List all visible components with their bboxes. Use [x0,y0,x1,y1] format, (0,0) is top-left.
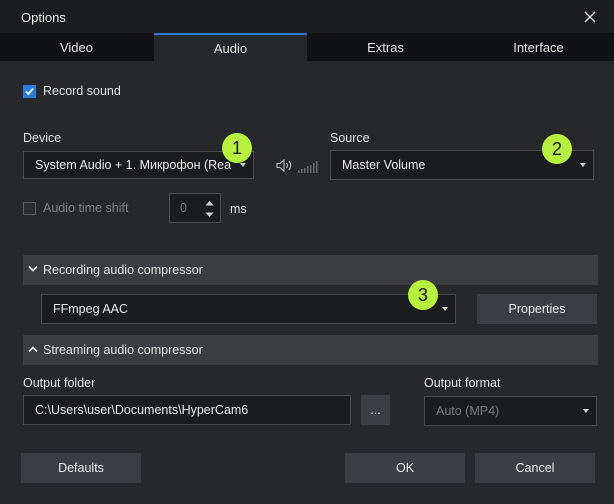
audio-time-shift-label: Audio time shift [43,201,129,215]
audio-time-shift-value: 0 [180,201,187,215]
close-icon [584,11,596,23]
ok-button[interactable]: OK [345,453,465,483]
close-button[interactable] [578,6,602,28]
device-dropdown[interactable]: System Audio + 1. Микрофон (Realtek High… [23,151,254,179]
device-label: Device [23,131,62,145]
chevron-down-icon [580,163,586,167]
properties-button[interactable]: Properties [477,294,597,324]
streaming-compressor-title: Streaming audio compressor [43,343,203,357]
output-folder-value: C:\Users\user\Documents\HyperCam6 [35,403,249,417]
speaker-icon [276,159,292,172]
chevron-down-icon [240,163,246,167]
chevron-down-icon [28,265,38,272]
browse-folder-button[interactable]: ... [361,395,390,425]
level-meter-icon [298,161,318,173]
output-folder-input[interactable]: C:\Users\user\Documents\HyperCam6 [23,395,351,425]
output-format-value: Auto (MP4) [436,404,500,418]
device-value: System Audio + 1. Микрофон (Realtek High… [35,158,231,172]
output-format-label: Output format [424,376,501,390]
recording-compressor-title: Recording audio compressor [43,263,203,277]
output-folder-label: Output folder [23,376,96,390]
tab-interface[interactable]: Interface [463,33,614,61]
audio-tab-content: Record sound Device System Audio + 1. Ми… [0,61,614,504]
tab-extras[interactable]: Extras [309,33,462,61]
checkmark-icon [25,87,34,96]
tab-video[interactable]: Video [0,33,153,61]
tab-audio[interactable]: Audio [154,33,307,61]
chevron-up-icon [28,346,38,353]
audio-time-shift-stepper[interactable]: 0 [169,193,221,223]
defaults-button[interactable]: Defaults [21,453,141,483]
title-bar: Options [0,0,614,33]
callout-badge-3: 3 [408,280,438,310]
source-label: Source [330,131,370,145]
chevron-down-icon [583,409,589,413]
stepper-up-icon[interactable] [205,200,214,206]
chevron-down-icon [442,307,448,311]
tab-bar: Video Audio Extras Interface [0,33,614,61]
stepper-down-icon[interactable] [205,212,214,218]
window-title: Options [21,10,66,25]
streaming-compressor-header[interactable]: Streaming audio compressor [23,335,598,365]
callout-badge-2: 2 [542,134,572,164]
output-format-dropdown[interactable]: Auto (MP4) [424,396,597,426]
audio-time-shift-checkbox[interactable] [23,202,36,215]
cancel-button[interactable]: Cancel [475,453,595,483]
recording-compressor-value: FFmpeg AAC [53,302,129,316]
ms-unit-label: ms [230,202,247,216]
recording-compressor-header[interactable]: Recording audio compressor [23,255,598,285]
record-sound-checkbox[interactable] [23,85,36,98]
recording-compressor-dropdown[interactable]: FFmpeg AAC [41,294,456,324]
source-value: Master Volume [342,158,426,172]
record-sound-label: Record sound [43,84,121,98]
options-window: Options Video Audio Extras Interface Rec… [0,0,614,504]
callout-badge-1: 1 [222,133,252,163]
